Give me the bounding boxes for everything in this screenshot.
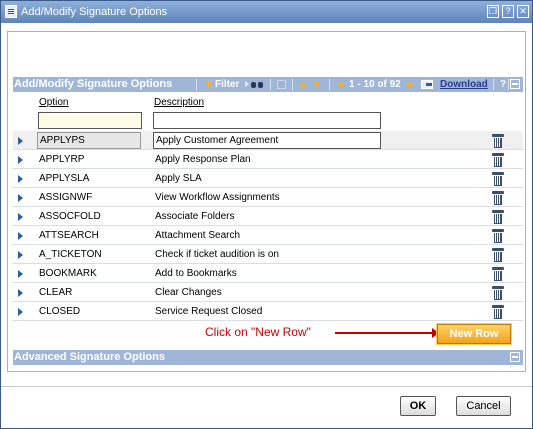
dialog-window: Add/Modify Signature Options ❐ ? ✕ Add/M… <box>0 0 533 429</box>
toolbar-separator <box>508 79 509 90</box>
description-filter-input[interactable] <box>153 112 381 129</box>
help-button[interactable]: ? <box>500 77 506 92</box>
description-cell: Check if ticket audition is on <box>155 249 279 260</box>
trash-icon[interactable] <box>492 286 504 300</box>
option-filter-input[interactable] <box>38 112 142 129</box>
table-row[interactable]: APPLYRP Apply Response Plan <box>13 150 523 169</box>
expand-row-icon[interactable] <box>18 289 23 297</box>
move-up-icon[interactable] <box>299 81 307 88</box>
option-cell[interactable]: APPLYPS <box>37 132 141 149</box>
download-link[interactable]: Download <box>440 77 488 92</box>
option-cell: CLEAR <box>39 287 73 298</box>
trash-icon[interactable] <box>492 305 504 319</box>
expand-row-icon[interactable] <box>18 213 23 221</box>
section-header-advanced[interactable]: Advanced Signature Options <box>13 350 523 365</box>
trash-icon[interactable] <box>492 229 504 243</box>
trash-icon[interactable] <box>492 267 504 281</box>
expand-row-icon[interactable] <box>18 175 23 183</box>
option-cell: CLOSED <box>39 306 81 317</box>
trash-icon[interactable] <box>492 248 504 262</box>
annotation-arrow <box>335 328 439 338</box>
next-page-icon[interactable] <box>407 81 414 89</box>
help-window-icon[interactable]: ? <box>502 5 514 18</box>
section-header-main: Add/Modify Signature Options Filter 1 - … <box>13 77 523 92</box>
table-row[interactable]: ASSIGNWF View Workflow Assignments <box>13 188 523 207</box>
table-row[interactable]: ASSOCFOLD Associate Folders <box>13 207 523 226</box>
binoculars-icon[interactable] <box>251 80 264 89</box>
description-cell: Apply SLA <box>155 173 202 184</box>
table-row[interactable]: BOOKMARK Add to Bookmarks <box>13 264 523 283</box>
description-cell: Attachment Search <box>155 230 241 241</box>
description-cell: Add to Bookmarks <box>155 268 237 279</box>
close-window-icon[interactable]: ✕ <box>517 5 529 18</box>
trash-icon[interactable] <box>492 191 504 205</box>
copy-icon[interactable] <box>277 80 286 89</box>
previous-page-icon[interactable] <box>337 81 344 89</box>
pagination-label: 1 - 10 of 92 <box>349 79 401 90</box>
table-row[interactable]: ATTSEARCH Attachment Search <box>13 226 523 245</box>
option-cell: BOOKMARK <box>39 268 97 279</box>
collapse-icon[interactable] <box>510 79 520 89</box>
description-cell: Clear Changes <box>155 287 222 298</box>
trash-icon[interactable] <box>492 134 504 148</box>
description-cell: Apply Response Plan <box>155 154 251 165</box>
window-title: Add/Modify Signature Options <box>21 6 168 18</box>
filter-button[interactable]: Filter <box>215 77 239 92</box>
expand-row-icon[interactable] <box>18 232 23 240</box>
option-cell: APPLYSLA <box>39 173 90 184</box>
description-cell[interactable]: Apply Customer Agreement <box>153 132 381 149</box>
new-row-button[interactable]: New Row <box>437 324 511 344</box>
option-cell: ASSOCFOLD <box>39 211 101 222</box>
description-cell: Service Request Closed <box>155 306 263 317</box>
collapse-icon[interactable] <box>510 352 520 362</box>
table-row[interactable]: APPLYSLA Apply SLA <box>13 169 523 188</box>
toolbar-separator <box>196 79 197 90</box>
expand-row-icon[interactable] <box>18 137 23 145</box>
expand-row-icon[interactable] <box>18 156 23 164</box>
annotation-callout: Click on "New Row" <box>205 325 311 339</box>
expand-row-icon[interactable] <box>18 270 23 278</box>
table-row[interactable]: APPLYPS Apply Customer Agreement <box>13 131 523 150</box>
toolbar-separator <box>493 79 494 90</box>
table-row[interactable]: CLOSED Service Request Closed <box>13 302 523 321</box>
toolbar-separator <box>270 79 271 90</box>
trash-icon[interactable] <box>492 172 504 186</box>
table-row[interactable]: A_TICKETON Check if ticket audition is o… <box>13 245 523 264</box>
description-cell: View Workflow Assignments <box>155 192 280 203</box>
section-title: Add/Modify Signature Options <box>14 78 173 90</box>
button-bar-divider <box>1 386 532 387</box>
option-cell: ATTSEARCH <box>39 230 99 241</box>
title-bar[interactable]: Add/Modify Signature Options ❐ ? ✕ <box>1 1 532 23</box>
expand-row-icon[interactable] <box>18 308 23 316</box>
column-header-description[interactable]: Description <box>154 97 204 108</box>
export-icon[interactable] <box>421 80 433 89</box>
option-cell: A_TICKETON <box>39 249 102 260</box>
expand-row-icon[interactable] <box>18 194 23 202</box>
table-body: APPLYPS Apply Customer Agreement APPLYRP… <box>13 131 523 321</box>
filter-icon[interactable] <box>205 81 213 88</box>
option-cell: ASSIGNWF <box>39 192 93 203</box>
restore-window-icon[interactable]: ❐ <box>487 5 499 18</box>
window-app-icon <box>5 5 17 18</box>
cancel-button[interactable]: Cancel <box>456 396 511 416</box>
ok-button[interactable]: OK <box>400 396 436 416</box>
option-cell: APPLYRP <box>39 154 85 165</box>
filter-dropdown-icon[interactable] <box>245 81 249 87</box>
table-row[interactable]: CLEAR Clear Changes <box>13 283 523 302</box>
move-down-icon[interactable] <box>313 81 321 88</box>
description-cell: Associate Folders <box>155 211 235 222</box>
expand-row-icon[interactable] <box>18 251 23 259</box>
column-header-option[interactable]: Option <box>39 97 68 108</box>
toolbar-separator <box>329 79 330 90</box>
toolbar-separator <box>292 79 293 90</box>
trash-icon[interactable] <box>492 210 504 224</box>
section-title: Advanced Signature Options <box>14 351 165 363</box>
trash-icon[interactable] <box>492 153 504 167</box>
